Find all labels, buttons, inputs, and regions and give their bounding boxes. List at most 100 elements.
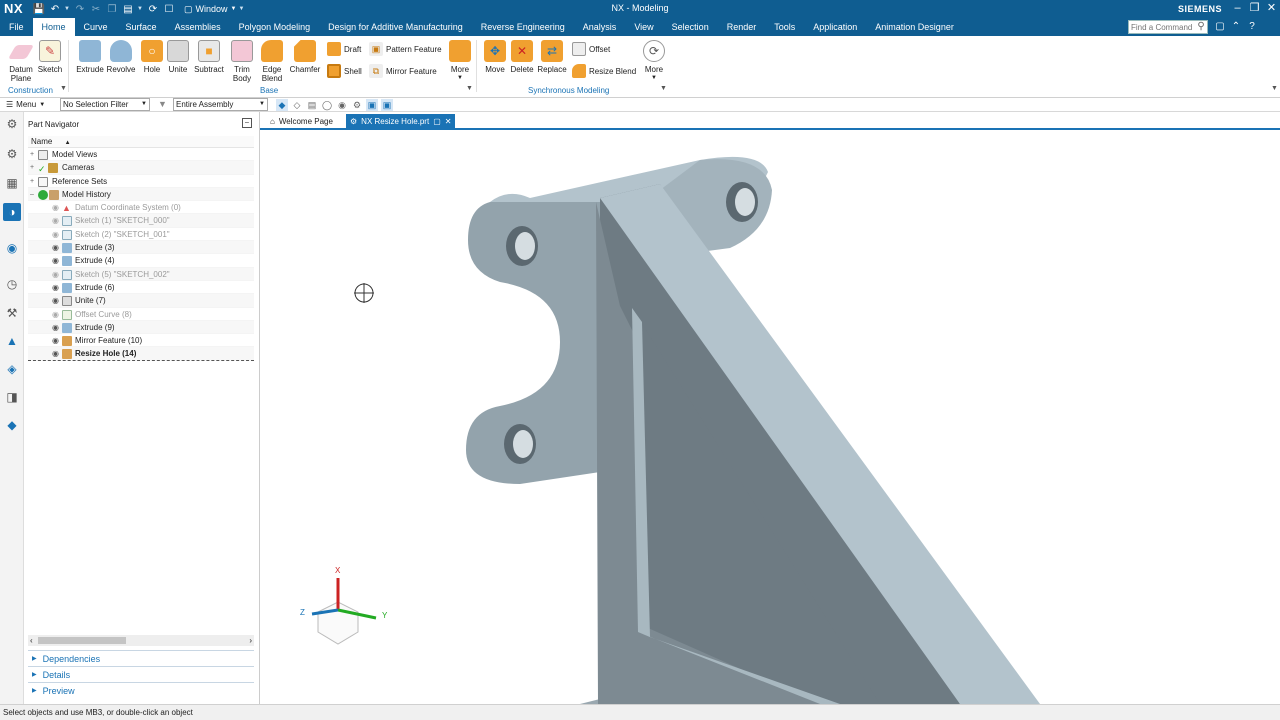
visible-eye-icon[interactable]: ◉ <box>52 294 59 307</box>
visible-eye-icon[interactable]: ◉ <box>52 347 59 360</box>
assembly-navigator-icon[interactable]: ⚙ <box>3 145 21 163</box>
expand-icon[interactable]: + <box>28 175 36 188</box>
dependencies-panel[interactable]: ▶ Dependencies <box>28 650 254 666</box>
paste-icon[interactable]: ▤ <box>121 2 135 16</box>
tab-selection[interactable]: Selection <box>663 18 718 36</box>
search-icon[interactable]: ⚲ <box>1194 20 1208 34</box>
expand-icon[interactable]: + <box>28 161 36 174</box>
filter-icon[interactable]: ▼ <box>158 99 167 109</box>
tab-assemblies[interactable]: Assemblies <box>166 18 230 36</box>
tree-row-feature-selected[interactable]: ◉ Resize Hole (14) <box>28 347 254 361</box>
part-navigator-icon[interactable]: ◑ <box>3 203 21 221</box>
constraint-navigator-icon[interactable]: ▦ <box>3 174 21 192</box>
tree-row-feature[interactable]: ◉ Extrude (9) <box>28 320 254 335</box>
tree-row-cameras[interactable]: + ✓ Cameras <box>28 161 254 175</box>
tree-row-feature[interactable]: ◉ Unite (7) <box>28 294 254 308</box>
group-dropdown-icon[interactable]: ▼ <box>60 85 67 92</box>
palette-icon[interactable]: ◆ <box>3 416 21 434</box>
web-browser-icon[interactable]: ◨ <box>3 388 21 406</box>
tab-polygon-modeling[interactable]: Polygon Modeling <box>230 18 320 36</box>
revolve-button[interactable]: Revolve <box>107 40 135 74</box>
tree-row-feature[interactable]: ◉ Offset Curve (8) <box>28 308 254 321</box>
tree-row-feature[interactable]: ◉ Mirror Feature (10) <box>28 334 254 348</box>
tab-file[interactable]: File <box>0 18 33 36</box>
graphics-window[interactable]: X Y Z <box>260 132 1280 704</box>
tree-row-reference-sets[interactable]: + Reference Sets <box>28 175 254 188</box>
visible-eye-icon[interactable]: ◉ <box>52 334 59 347</box>
tree-row-feature[interactable]: ◉ ▲ Datum Coordinate System (0) <box>28 201 254 215</box>
help-icon[interactable]: ? <box>1246 20 1258 34</box>
system-materials-icon[interactable]: ◈ <box>3 360 21 378</box>
tree-row-feature[interactable]: ◉ Sketch (2) "SKETCH_001" <box>28 228 254 242</box>
details-panel[interactable]: ▶ Details <box>28 666 254 682</box>
undo-dropdown-icon[interactable]: ▼ <box>64 6 71 12</box>
datum-plane-button[interactable]: Datum Plane <box>6 40 36 83</box>
minimize-panel-icon[interactable]: – <box>242 118 252 128</box>
collapse-ribbon-icon[interactable]: ⌃ <box>1230 20 1242 34</box>
window-menu[interactable]: ▢ Window ▼ <box>184 4 236 15</box>
visible-eye-icon[interactable]: ◉ <box>52 241 59 254</box>
tab-tools[interactable]: Tools <box>765 18 804 36</box>
cut-icon[interactable]: ✂ <box>89 2 103 16</box>
tree-row-feature[interactable]: ◉ Sketch (5) "SKETCH_002" <box>28 267 254 281</box>
tab-design-additive[interactable]: Design for Additive Manufacturing <box>319 18 472 36</box>
tab-view[interactable]: View <box>625 18 662 36</box>
horizontal-scrollbar[interactable]: ‹ › <box>28 635 254 646</box>
sketch-button[interactable]: ✎ Sketch <box>37 40 63 74</box>
selection-intent-icon[interactable]: ▤ <box>306 99 318 111</box>
visible-eye-icon[interactable]: ◉ <box>52 321 59 334</box>
tree-row-feature[interactable]: ◉ Extrude (4) <box>28 254 254 268</box>
resize-blend-button[interactable]: Resize Blend <box>572 64 636 78</box>
chamfer-button[interactable]: Chamfer <box>290 40 320 74</box>
close-icon[interactable]: ✕ <box>445 114 452 129</box>
select-faces-icon[interactable]: ◇ <box>291 99 303 111</box>
subtract-button[interactable]: ■ Subtract <box>193 40 225 74</box>
roles-icon[interactable]: ▲ <box>3 332 21 350</box>
group-dropdown-icon[interactable]: ▼ <box>466 85 473 92</box>
group-dropdown-icon[interactable]: ▼ <box>660 85 667 92</box>
offset-button[interactable]: Offset <box>572 42 610 56</box>
move-button[interactable]: ✥ Move <box>482 40 508 74</box>
undo-icon[interactable]: ↶ <box>48 2 62 16</box>
hidden-eye-icon[interactable]: ◉ <box>52 228 59 241</box>
active-part-tab[interactable]: ⚙ NX Resize Hole.prt ▢ ✕ <box>346 114 456 129</box>
collapse-icon[interactable]: – <box>28 188 36 201</box>
touch-mode-icon[interactable]: ☐ <box>162 2 176 16</box>
restore-icon[interactable]: ❐ <box>1249 1 1260 15</box>
shell-button[interactable]: Shell <box>327 64 362 78</box>
tab-animation-designer[interactable]: Animation Designer <box>866 18 963 36</box>
hidden-eye-icon[interactable]: ◉ <box>52 214 59 227</box>
extrude-button[interactable]: Extrude <box>76 40 104 74</box>
tree-row-model-views[interactable]: + Model Views <box>28 148 254 162</box>
tree-row-feature[interactable]: ◉ Extrude (3) <box>28 241 254 255</box>
reuse-library-icon[interactable]: ◉ <box>3 239 21 257</box>
pattern-feature-button[interactable]: ▣ Pattern Feature <box>369 42 442 56</box>
select-features-icon[interactable]: ◆ <box>276 99 288 111</box>
draft-button[interactable]: Draft <box>327 42 361 56</box>
history-icon[interactable]: ◷ <box>3 275 21 293</box>
process-studio-icon[interactable]: ⚒ <box>3 304 21 322</box>
mirror-feature-button[interactable]: ⧉ Mirror Feature <box>369 64 437 78</box>
tab-curve[interactable]: Curve <box>75 18 117 36</box>
selection-scope-dropdown[interactable]: Entire Assembly ▼ <box>173 98 268 111</box>
tab-surface[interactable]: Surface <box>117 18 166 36</box>
tree-row-feature[interactable]: ◉ Sketch (1) "SKETCH_000" <box>28 214 254 228</box>
save-icon[interactable]: 💾 <box>32 2 46 16</box>
tree-row-feature[interactable]: ◉ Extrude (6) <box>28 281 254 295</box>
visible-eye-icon[interactable]: ◉ <box>52 281 59 294</box>
scroll-thumb[interactable] <box>38 637 126 644</box>
selection-filter-dropdown[interactable]: No Selection Filter ▼ <box>60 98 150 111</box>
tab-home[interactable]: Home <box>32 18 75 36</box>
tab-reverse-engineering[interactable]: Reverse Engineering <box>472 18 574 36</box>
repeat-command-icon[interactable]: ⟳ <box>146 2 160 16</box>
redo-icon[interactable]: ↷ <box>73 2 87 16</box>
view-triad[interactable]: X Y Z <box>300 566 388 645</box>
close-icon[interactable]: ✕ <box>1266 1 1277 15</box>
tree-row-model-history[interactable]: – Model History <box>28 187 254 202</box>
tab-render[interactable]: Render <box>718 18 766 36</box>
customize-qat-icon[interactable]: ▼ <box>238 6 245 12</box>
hole-button[interactable]: ○ Hole <box>140 40 164 74</box>
copy-icon[interactable]: ❐ <box>105 2 119 16</box>
expand-icon[interactable]: ▢ <box>1214 20 1226 34</box>
layer-filter-icon[interactable]: ▣ <box>381 99 393 111</box>
